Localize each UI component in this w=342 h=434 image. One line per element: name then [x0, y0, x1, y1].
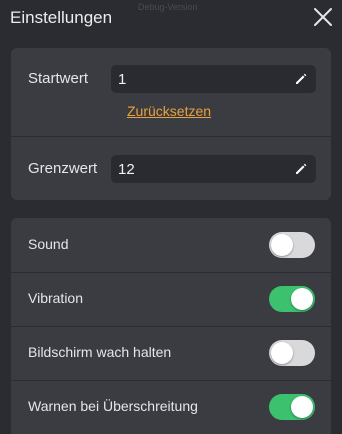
close-icon — [314, 8, 332, 26]
page-title: Einstellungen — [10, 8, 113, 27]
warn-exceed-label: Warnen bei Überschreitung — [28, 398, 198, 414]
limit-value-text: 12 — [118, 161, 135, 178]
header: Einstellungen Debug-Version — [0, 0, 342, 36]
keep-screen-on-toggle[interactable] — [269, 340, 315, 366]
sound-label: Sound — [28, 236, 69, 252]
toggle-knob — [291, 396, 313, 418]
vibration-label: Vibration — [28, 290, 84, 306]
limit-value-label: Grenzwert — [28, 160, 98, 177]
debug-watermark: Debug-Version — [138, 2, 198, 12]
pencil-icon[interactable] — [294, 72, 308, 86]
divider — [11, 136, 331, 137]
limit-value-field[interactable]: 12 — [111, 155, 316, 183]
keep-screen-on-label: Bildschirm wach halten — [28, 344, 172, 360]
sound-toggle[interactable] — [269, 232, 315, 258]
toggle-knob — [291, 288, 313, 310]
toggle-row-vibration: Vibration — [11, 272, 331, 326]
start-value-label: Startwert — [28, 70, 89, 87]
vibration-toggle[interactable] — [269, 286, 315, 312]
start-value-text: 1 — [118, 71, 127, 88]
start-value-field[interactable]: 1 — [111, 65, 316, 93]
pencil-icon[interactable] — [294, 162, 308, 176]
toggle-row-keep-screen-on: Bildschirm wach halten — [11, 326, 331, 380]
toggles-card: Sound Vibration Bildschirm wach halten W… — [11, 218, 331, 434]
toggle-row-sound: Sound — [11, 218, 331, 272]
toggle-row-warn-exceed: Warnen bei Überschreitung — [11, 380, 331, 434]
toggle-knob — [271, 234, 293, 256]
reset-link[interactable]: Zurücksetzen — [127, 103, 211, 119]
warn-exceed-toggle[interactable] — [269, 394, 315, 420]
values-card: Startwert 1 Zurücksetzen Grenzwert 12 — [11, 48, 331, 200]
close-button[interactable] — [310, 4, 336, 30]
toggle-knob — [271, 342, 293, 364]
